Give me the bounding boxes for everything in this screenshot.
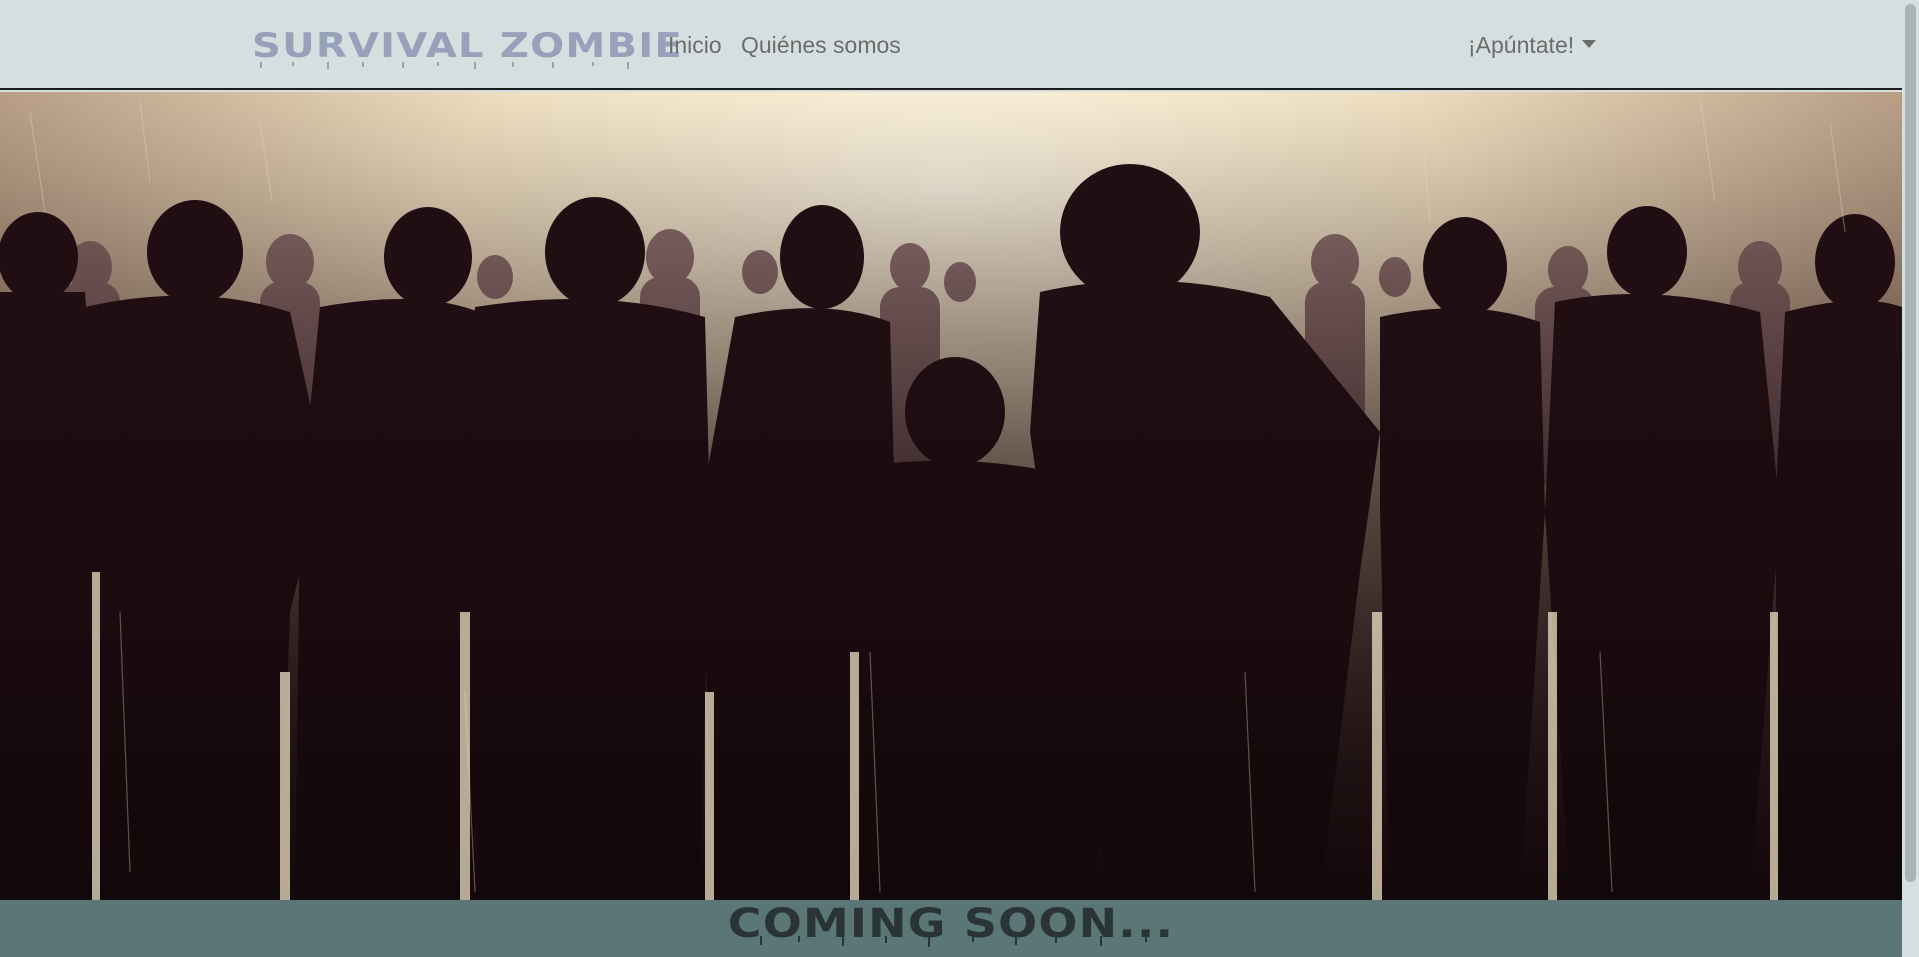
zombie-horde-image [0,92,1902,900]
signup-dropdown-toggle[interactable]: ¡Apúntate! [1468,32,1597,59]
footer: COMING SOON... [0,900,1902,957]
nav-link-quienes-somos[interactable]: Quiénes somos [741,32,901,59]
footer-drip-decoration [760,936,1147,947]
page-scrollbar[interactable] [1902,0,1919,957]
navbar: SURVIVAL ZOMBIE Inicio Quiénes somos ¡Ap… [0,0,1902,90]
caret-down-icon [1582,40,1597,48]
brand-drip-decoration [260,62,629,69]
hero-banner [0,92,1902,900]
nav-link-inicio[interactable]: Inicio [668,32,722,59]
scrollbar-thumb[interactable] [1905,4,1916,882]
brand-logo[interactable]: SURVIVAL ZOMBIE [252,26,683,66]
signup-dropdown-label: ¡Apúntate! [1468,32,1575,58]
